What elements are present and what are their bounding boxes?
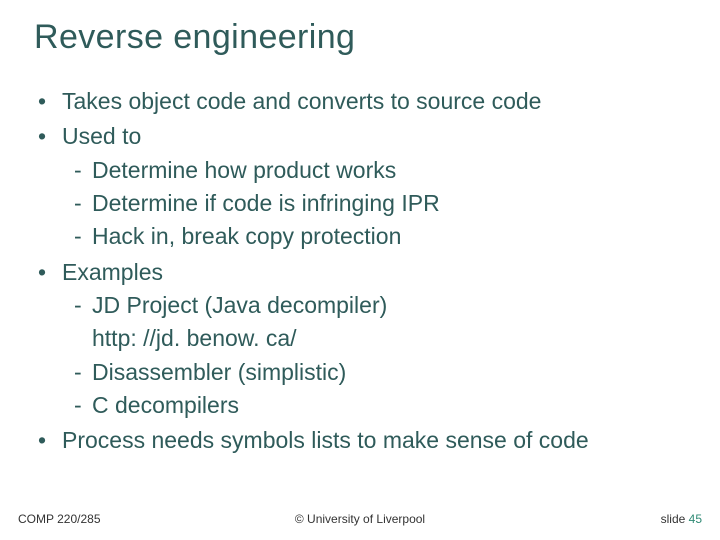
slide: Reverse engineering Takes object code an… [0, 0, 720, 540]
sub-text: Determine how product works [92, 157, 396, 183]
sub-text: C decompilers [92, 392, 239, 418]
bullet-list: Takes object code and converts to source… [34, 85, 686, 458]
bullet-item: Used to Determine how product works Dete… [34, 120, 686, 253]
sub-list: JD Project (Java decompiler) http: //jd.… [62, 289, 686, 422]
sub-item: JD Project (Java decompiler) http: //jd.… [62, 289, 686, 356]
slide-body: Takes object code and converts to source… [34, 85, 686, 460]
sub-item: Hack in, break copy protection [62, 220, 686, 253]
sub-text: Disassembler (simplistic) [92, 359, 346, 385]
footer-copyright: © University of Liverpool [0, 512, 720, 526]
footer-slide-number: slide 45 [661, 512, 702, 526]
bullet-text: Examples [62, 259, 163, 285]
sub-item: Disassembler (simplistic) [62, 356, 686, 389]
sub-text: Determine if code is infringing IPR [92, 190, 440, 216]
sub-item: C decompilers [62, 389, 686, 422]
slide-title: Reverse engineering [34, 18, 355, 57]
bullet-item: Process needs symbols lists to make sens… [34, 424, 686, 457]
sub-list: Determine how product works Determine if… [62, 154, 686, 254]
bullet-item: Examples JD Project (Java decompiler) ht… [34, 256, 686, 423]
sub-text: Hack in, break copy protection [92, 223, 401, 249]
footer-slide-label: slide [661, 512, 686, 526]
bullet-text: Process needs symbols lists to make sens… [62, 427, 589, 453]
footer-slide-num: 45 [689, 512, 702, 526]
slide-footer: COMP 220/285 © University of Liverpool s… [0, 510, 720, 526]
sub-text-extra: http: //jd. benow. ca/ [92, 322, 686, 355]
bullet-text: Takes object code and converts to source… [62, 88, 541, 114]
sub-text: JD Project (Java decompiler) [92, 292, 387, 318]
sub-item: Determine if code is infringing IPR [62, 187, 686, 220]
bullet-text: Used to [62, 123, 141, 149]
bullet-item: Takes object code and converts to source… [34, 85, 686, 118]
sub-item: Determine how product works [62, 154, 686, 187]
